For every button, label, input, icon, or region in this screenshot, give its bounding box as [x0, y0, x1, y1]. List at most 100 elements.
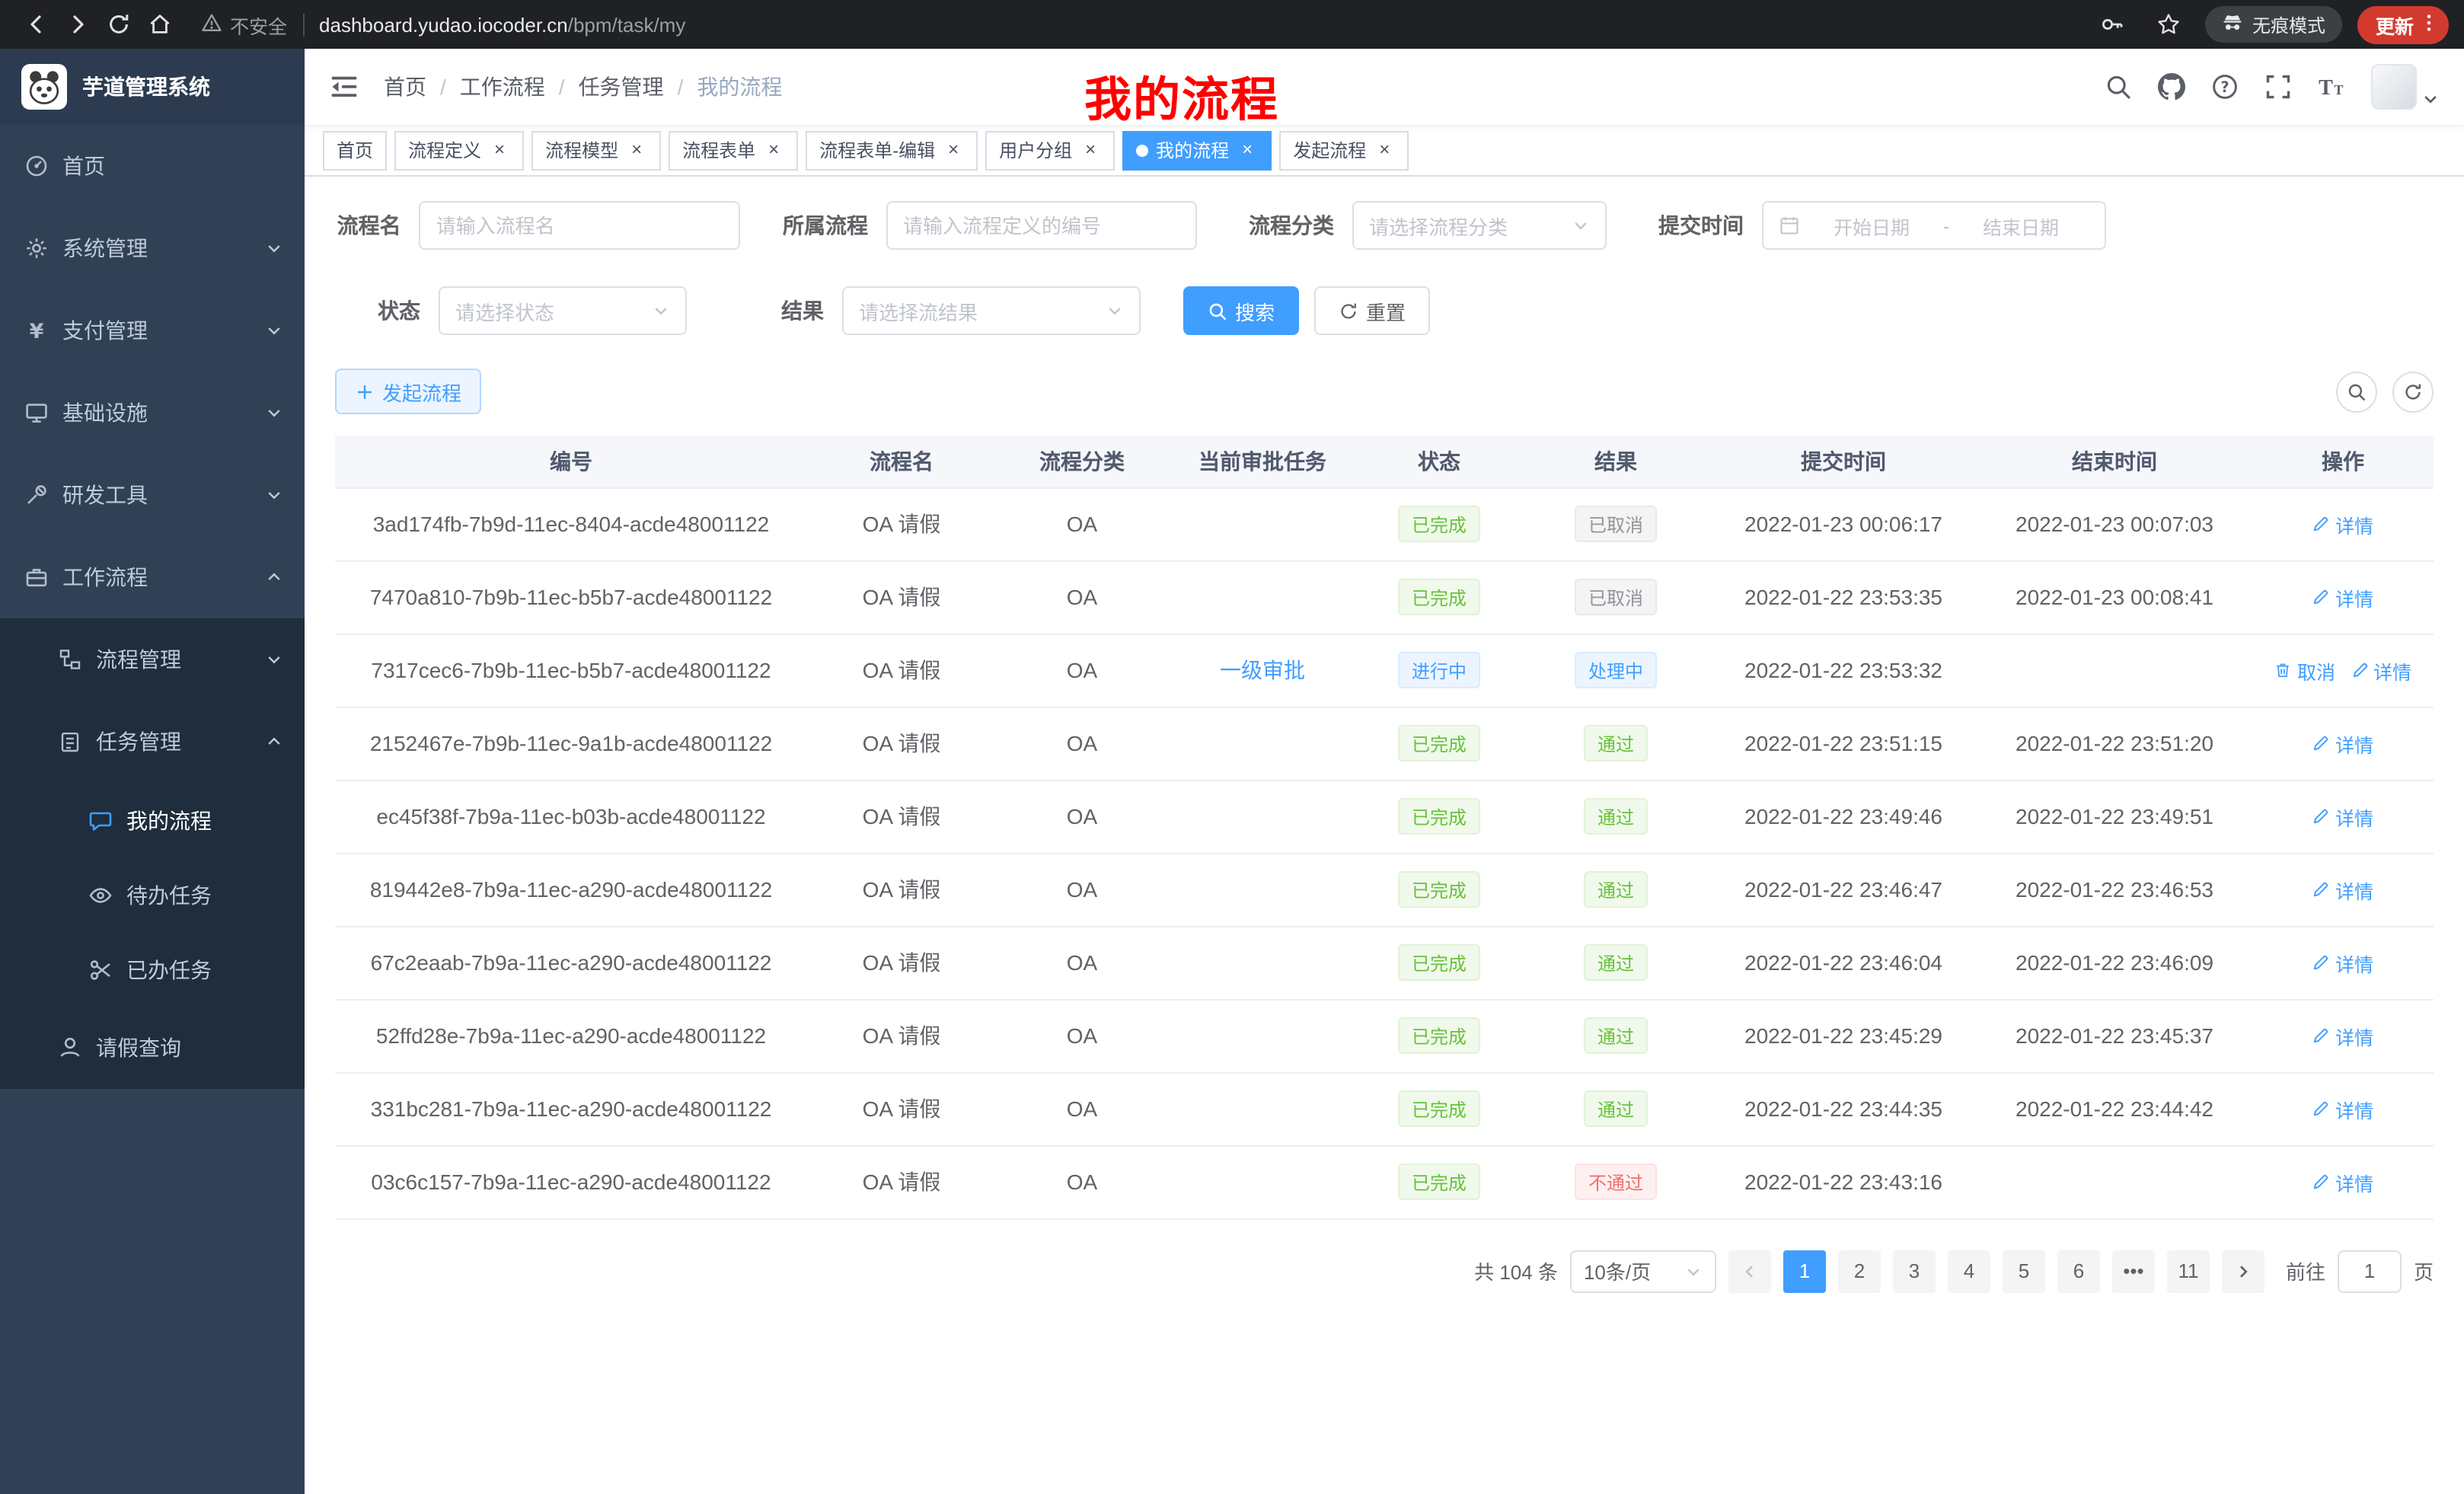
cell-task — [1168, 853, 1357, 926]
sidebar-item-my-process[interactable]: 我的流程 — [0, 783, 305, 857]
more-pages-button[interactable]: ••• — [2112, 1250, 2155, 1292]
sidebar-item-process-mgmt[interactable]: 流程管理 — [0, 618, 305, 701]
sidebar-item-todo-task[interactable]: 待办任务 — [0, 857, 305, 932]
category-select[interactable]: 请选择流程分类 — [1352, 201, 1607, 250]
close-icon[interactable]: × — [1080, 139, 1101, 161]
update-chip[interactable]: 更新 — [2357, 5, 2449, 43]
back-icon[interactable] — [15, 4, 56, 45]
sidebar-item-infra[interactable]: 基础设施 — [0, 372, 305, 454]
home-nav-icon[interactable] — [139, 4, 180, 45]
detail-link[interactable]: 详情 — [2312, 875, 2373, 904]
forward-icon[interactable] — [56, 4, 97, 45]
process-name-input[interactable] — [420, 201, 740, 250]
sidebar-item-devtools[interactable]: 研发工具 — [0, 454, 305, 536]
action-label: 详情 — [2335, 583, 2373, 611]
page-button-4[interactable]: 4 — [1948, 1250, 1990, 1292]
date-end-placeholder: 结束日期 — [1961, 211, 2080, 240]
table-body: 3ad174fb-7b9d-11ec-8404-acde48001122OA 请… — [335, 487, 2434, 1218]
detail-link[interactable]: 详情 — [2312, 1021, 2373, 1050]
breadcrumb-item[interactable]: 任务管理 — [579, 72, 664, 102]
bookmark-star-icon[interactable] — [2149, 4, 2190, 45]
detail-link[interactable]: 详情 — [2312, 509, 2373, 538]
page-button-11[interactable]: 11 — [2167, 1250, 2210, 1292]
goto-page-input[interactable] — [2338, 1250, 2402, 1292]
page-button-1[interactable]: 1 — [1783, 1250, 1826, 1292]
detail-link[interactable]: 详情 — [2312, 1167, 2373, 1196]
detail-link[interactable]: 详情 — [2312, 729, 2373, 758]
page-button-2[interactable]: 2 — [1838, 1250, 1881, 1292]
cancel-link[interactable]: 取消 — [2274, 656, 2335, 685]
tab-首页[interactable]: 首页 — [323, 130, 387, 170]
next-page-button[interactable] — [2222, 1250, 2265, 1292]
tab-我的流程[interactable]: 我的流程× — [1122, 130, 1272, 170]
result-select[interactable]: 请选择流结果 — [842, 286, 1141, 335]
cell-task — [1168, 1145, 1357, 1218]
tab-流程模型[interactable]: 流程模型× — [531, 130, 661, 170]
fullscreen-icon[interactable] — [2265, 73, 2292, 101]
cell-name: OA 请假 — [807, 487, 996, 560]
reload-icon[interactable] — [97, 4, 139, 45]
sidebar-item-task-mgmt[interactable]: 任务管理 — [0, 701, 305, 783]
sidebar-item-payment[interactable]: ¥支付管理 — [0, 289, 305, 372]
submit-time-range-picker[interactable]: 开始日期 - 结束日期 — [1762, 201, 2106, 250]
search-icon[interactable] — [2105, 73, 2132, 101]
close-icon[interactable]: × — [1237, 139, 1258, 161]
close-icon[interactable]: × — [763, 139, 784, 161]
tab-label: 流程定义 — [408, 137, 481, 163]
status-select[interactable]: 请选择状态 — [439, 286, 687, 335]
font-size-icon[interactable]: TT — [2318, 73, 2345, 101]
tab-发起流程[interactable]: 发起流程× — [1279, 130, 1409, 170]
cell-actions: 取消 详情 — [2252, 634, 2434, 707]
cell-status: 已完成 — [1357, 560, 1521, 634]
cell-result: 已取消 — [1521, 487, 1710, 560]
sidebar-item-leave-query[interactable]: 请假查询 — [0, 1007, 305, 1089]
process-def-input[interactable] — [886, 201, 1197, 250]
detail-link[interactable]: 详情 — [2312, 1094, 2373, 1123]
close-icon[interactable]: × — [1374, 139, 1395, 161]
page-size-select[interactable]: 10条/页 — [1570, 1250, 1716, 1292]
address-bar[interactable]: dashboard.yudao.iocoder.cn/bpm/task/my — [319, 13, 685, 36]
task-link[interactable]: 一级审批 — [1220, 658, 1305, 682]
create-process-button[interactable]: 发起流程 — [335, 369, 481, 414]
table-row: ec45f38f-7b9a-11ec-b03b-acde48001122OA 请… — [335, 780, 2434, 853]
close-icon[interactable]: × — [943, 139, 964, 161]
close-icon[interactable]: × — [489, 139, 510, 161]
site-security[interactable]: 不安全 — [201, 10, 287, 39]
action-label: 详情 — [2373, 656, 2411, 685]
tab-流程表单-编辑[interactable]: 流程表单-编辑× — [806, 130, 978, 170]
sidebar: 芋道管理系统 首页系统管理¥支付管理基础设施研发工具工作流程流程管理任务管理我的… — [0, 49, 305, 1494]
search-button[interactable]: 搜索 — [1183, 286, 1299, 335]
detail-link[interactable]: 详情 — [2312, 948, 2373, 977]
close-icon[interactable]: × — [626, 139, 647, 161]
refresh-table-icon[interactable] — [2392, 371, 2434, 412]
sidebar-item-home[interactable]: 首页 — [0, 125, 305, 207]
key-icon[interactable] — [2092, 4, 2134, 45]
sidebar-item-done-task[interactable]: 已办任务 — [0, 932, 305, 1007]
github-icon[interactable] — [2158, 73, 2185, 101]
reset-button[interactable]: 重置 — [1314, 286, 1430, 335]
detail-link[interactable]: 详情 — [2312, 583, 2373, 611]
cell-result: 通过 — [1521, 926, 1710, 999]
user-menu[interactable] — [2371, 64, 2440, 110]
cell-task — [1168, 487, 1357, 560]
cell-end-time: 2022-01-22 23:46:09 — [1977, 926, 2252, 999]
page-button-5[interactable]: 5 — [2003, 1250, 2045, 1292]
help-icon[interactable]: ? — [2211, 73, 2239, 101]
sidebar-item-system[interactable]: 系统管理 — [0, 207, 305, 289]
detail-link[interactable]: 详情 — [2351, 656, 2411, 685]
show-search-toggle-icon[interactable] — [2336, 371, 2377, 412]
page-button-3[interactable]: 3 — [1893, 1250, 1936, 1292]
app-logo[interactable]: 芋道管理系统 — [0, 49, 305, 125]
detail-link[interactable]: 详情 — [2312, 802, 2373, 831]
tab-流程表单[interactable]: 流程表单× — [669, 130, 798, 170]
breadcrumb-item[interactable]: 首页 — [384, 72, 426, 102]
page-button-6[interactable]: 6 — [2057, 1250, 2100, 1292]
breadcrumb-item[interactable]: 工作流程 — [460, 72, 545, 102]
goto-unit: 页 — [2414, 1256, 2434, 1285]
prev-page-button[interactable] — [1728, 1250, 1771, 1292]
cell-submit-time: 2022-01-22 23:46:47 — [1710, 853, 1977, 926]
tab-流程定义[interactable]: 流程定义 × — [394, 130, 524, 170]
sidebar-fold-icon[interactable] — [329, 72, 359, 102]
tab-用户分组[interactable]: 用户分组× — [985, 130, 1115, 170]
sidebar-item-workflow[interactable]: 工作流程 — [0, 536, 305, 618]
